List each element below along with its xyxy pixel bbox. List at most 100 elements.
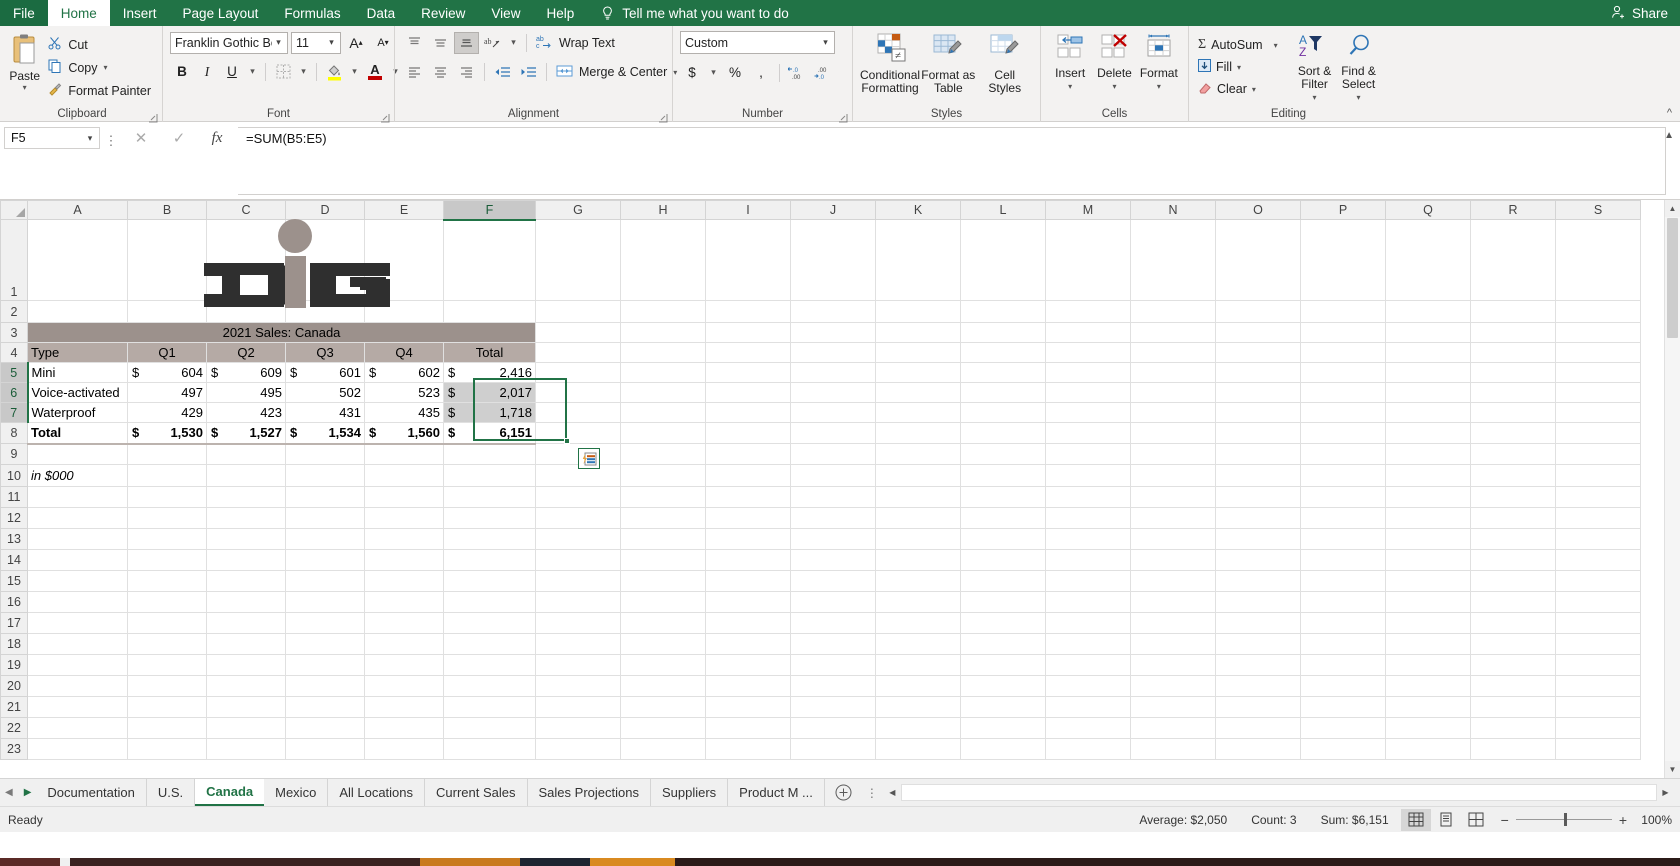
cell-P3[interactable] (1300, 322, 1386, 343)
cell-J17[interactable] (790, 612, 876, 634)
cell-M11[interactable] (1045, 486, 1131, 508)
cell-H6[interactable] (620, 382, 706, 403)
cell-B22[interactable] (127, 717, 207, 739)
cell-M18[interactable] (1045, 633, 1131, 655)
cell-I10[interactable] (705, 464, 791, 487)
cell-L2[interactable] (960, 300, 1046, 323)
cell-O14[interactable] (1215, 549, 1301, 571)
cell-M12[interactable] (1045, 507, 1131, 529)
cell-I19[interactable] (705, 654, 791, 676)
cell-P18[interactable] (1300, 633, 1386, 655)
cell-E17[interactable] (364, 612, 444, 634)
fill-handle[interactable] (564, 438, 570, 444)
sheet-tab-overflow[interactable]: ⋮ (862, 779, 882, 806)
number-format-combo[interactable]: Custom ▾ (680, 31, 835, 54)
cell-P16[interactable] (1300, 591, 1386, 613)
cell-O15[interactable] (1215, 570, 1301, 592)
cell-B23[interactable] (127, 738, 207, 760)
cell-D9[interactable] (285, 442, 365, 465)
cell-A11[interactable] (27, 486, 128, 508)
cell-E16[interactable] (364, 591, 444, 613)
cell-S13[interactable] (1555, 528, 1641, 550)
cell-A23[interactable] (27, 738, 128, 760)
cell-S10[interactable] (1555, 464, 1641, 487)
cell-B5[interactable]: $604 (127, 362, 207, 383)
cell-C20[interactable] (206, 675, 286, 697)
cell-C11[interactable] (206, 486, 286, 508)
row-header-17[interactable]: 17 (0, 612, 28, 634)
page-break-preview-button[interactable] (1461, 809, 1491, 831)
cell-K22[interactable] (875, 717, 961, 739)
cell-R14[interactable] (1470, 549, 1556, 571)
zoom-out-button[interactable]: − (1501, 812, 1509, 828)
cell-E7[interactable]: 435 (364, 402, 444, 423)
clipboard-dialog-launcher[interactable] (148, 110, 158, 123)
cell-L13[interactable] (960, 528, 1046, 550)
cell-D21[interactable] (285, 696, 365, 718)
row-header-4[interactable]: 4 (0, 342, 28, 363)
cell-F9[interactable] (443, 442, 536, 465)
cell-A8[interactable]: Total (27, 422, 128, 444)
align-left-button[interactable] (402, 61, 427, 83)
cell-A13[interactable] (27, 528, 128, 550)
cell-C16[interactable] (206, 591, 286, 613)
cell-R22[interactable] (1470, 717, 1556, 739)
cell-D19[interactable] (285, 654, 365, 676)
cell-A3-title-band[interactable]: 2021 Sales: Canada (27, 322, 536, 343)
row-header-7[interactable]: 7 (0, 402, 29, 423)
cell-H19[interactable] (620, 654, 706, 676)
tell-me-search[interactable]: Tell me what you want to do (587, 0, 789, 26)
align-bottom-button[interactable] (454, 31, 479, 54)
cell-E4[interactable]: Q4 (364, 342, 444, 363)
cell-S11[interactable] (1555, 486, 1641, 508)
cell-R16[interactable] (1470, 591, 1556, 613)
autosum-button[interactable]: Σ AutoSum ▾ (1196, 35, 1293, 55)
fill-chevron-down-icon[interactable]: ▾ (1237, 63, 1241, 72)
cell-L10[interactable] (960, 464, 1046, 487)
cell-S22[interactable] (1555, 717, 1641, 739)
cell-F19[interactable] (443, 654, 536, 676)
cell-Q17[interactable] (1385, 612, 1471, 634)
cell-Q13[interactable] (1385, 528, 1471, 550)
font-name-combo[interactable]: Franklin Gothic Boo ▾ (170, 31, 288, 54)
cell-L19[interactable] (960, 654, 1046, 676)
cell-O17[interactable] (1215, 612, 1301, 634)
cell-M4[interactable] (1045, 342, 1131, 363)
row-header-23[interactable]: 23 (0, 738, 28, 760)
cell-E15[interactable] (364, 570, 444, 592)
cell-C8[interactable]: $1,527 (206, 422, 286, 444)
expand-formula-bar-button[interactable]: ▲ (1664, 130, 1674, 141)
cell-B21[interactable] (127, 696, 207, 718)
cell-H22[interactable] (620, 717, 706, 739)
row-header-8[interactable]: 8 (0, 422, 28, 444)
cell-L21[interactable] (960, 696, 1046, 718)
delete-cells-button[interactable]: Delete ▾ (1092, 33, 1136, 93)
cell-K18[interactable] (875, 633, 961, 655)
cell-J20[interactable] (790, 675, 876, 697)
cell-B10[interactable] (127, 464, 207, 487)
underline-chevron-down-icon[interactable]: ▾ (245, 60, 260, 83)
cell-R12[interactable] (1470, 507, 1556, 529)
cell-F7[interactable]: $1,718 (443, 402, 536, 423)
cell-J12[interactable] (790, 507, 876, 529)
horizontal-scroll-track[interactable] (900, 784, 1657, 801)
cell-H20[interactable] (620, 675, 706, 697)
cell-F16[interactable] (443, 591, 536, 613)
cell-P19[interactable] (1300, 654, 1386, 676)
cell-R1[interactable] (1470, 219, 1556, 301)
cell-J22[interactable] (790, 717, 876, 739)
cell-K8[interactable] (875, 422, 961, 444)
enter-formula-button[interactable]: ✓ (160, 127, 198, 149)
cell-F23[interactable] (443, 738, 536, 760)
cell-M3[interactable] (1045, 322, 1131, 343)
increase-indent-button[interactable] (516, 61, 541, 83)
cell-Q3[interactable] (1385, 322, 1471, 343)
cell-E21[interactable] (364, 696, 444, 718)
cell-O16[interactable] (1215, 591, 1301, 613)
ribbon-tab-formulas[interactable]: Formulas (271, 0, 353, 26)
cell-N14[interactable] (1130, 549, 1216, 571)
cell-S2[interactable] (1555, 300, 1641, 323)
cell-D14[interactable] (285, 549, 365, 571)
paste-options-button[interactable] (578, 448, 600, 469)
cell-O21[interactable] (1215, 696, 1301, 718)
